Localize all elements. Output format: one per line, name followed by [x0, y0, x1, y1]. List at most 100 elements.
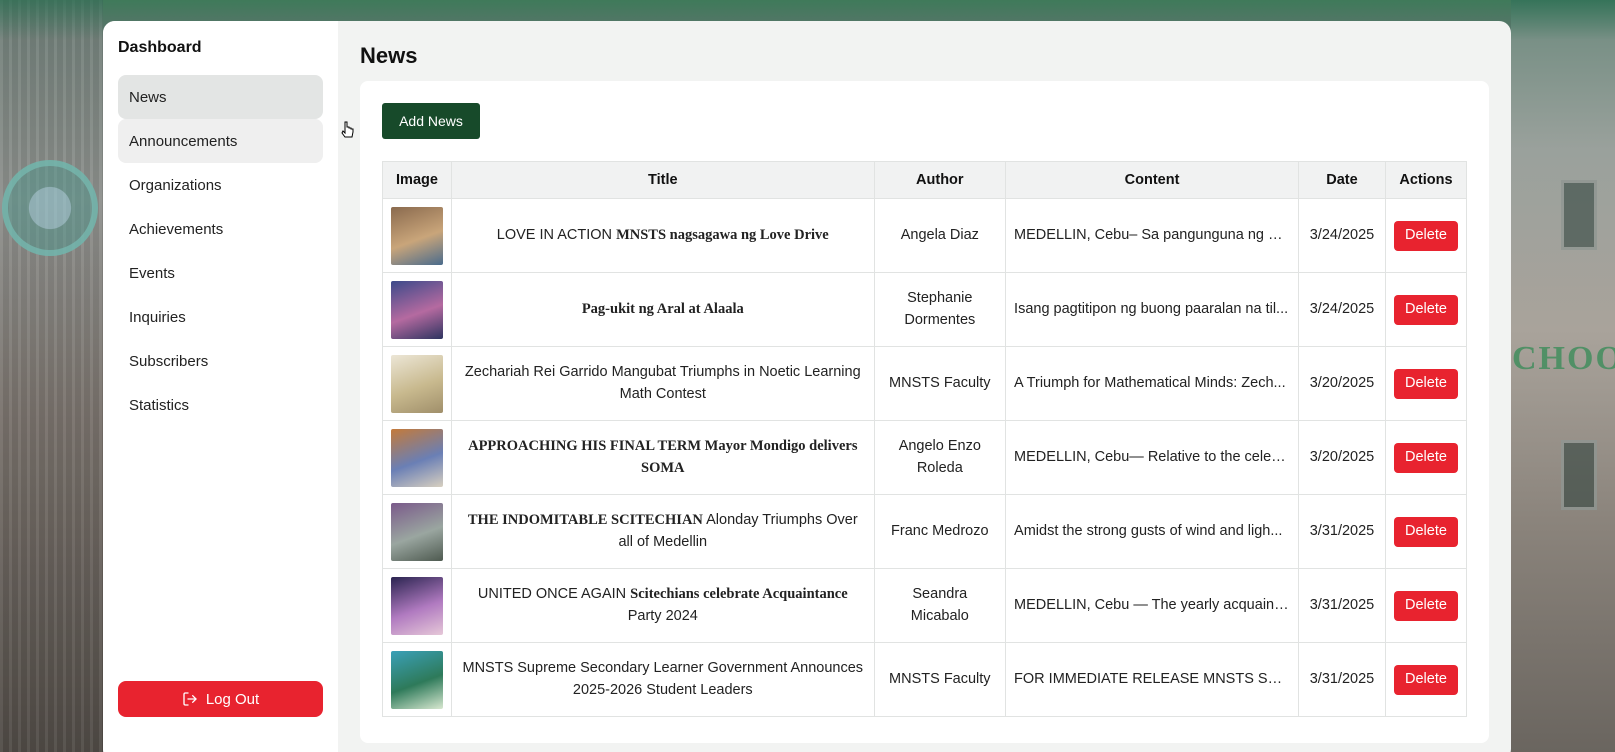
cell-image — [382, 494, 452, 569]
news-thumbnail — [391, 354, 443, 413]
cell-date: 3/20/2025 — [1298, 346, 1386, 421]
sidebar-item-announcements[interactable]: Announcements — [118, 119, 323, 163]
title-text: LOVE IN ACTION — [496, 226, 613, 243]
logout-label: Log Out — [205, 690, 260, 708]
sidebar-item-label: Events — [129, 264, 175, 282]
app-window: Dashboard News Announcements Organizatio… — [103, 21, 1511, 752]
column-header-actions: Actions — [1384, 161, 1468, 199]
news-thumbnail — [391, 650, 443, 709]
background-school-text: CHOOL — [1512, 340, 1615, 377]
add-news-button[interactable]: Add News — [382, 103, 480, 139]
cell-content: A Triumph for Mathematical Minds: Zech..… — [1005, 346, 1300, 421]
sidebar-item-achievements[interactable]: Achievements — [118, 207, 323, 251]
cell-actions: Delete — [1384, 642, 1468, 717]
title-text: UNITED ONCE AGAIN — [477, 586, 627, 603]
title-text: MNSTS Supreme Secondary Learner Governme… — [462, 660, 864, 698]
column-header-image: Image — [382, 161, 452, 199]
sidebar-item-label: Announcements — [129, 132, 238, 150]
cell-author: MNSTS Faculty — [873, 642, 1007, 717]
column-header-content: Content — [1005, 161, 1300, 199]
delete-button[interactable]: Delete — [1393, 590, 1458, 621]
sidebar-item-organizations[interactable]: Organizations — [118, 163, 323, 207]
mouse-pointer-icon — [341, 121, 354, 138]
column-header-title: Title — [451, 161, 875, 199]
cell-title: UNITED ONCE AGAIN Scitechians celebrate … — [451, 568, 875, 643]
table-row: UNITED ONCE AGAIN Scitechians celebrate … — [382, 568, 1468, 643]
cell-actions: Delete — [1384, 568, 1468, 643]
cell-date: 3/31/2025 — [1298, 642, 1386, 717]
logout-button[interactable]: Log Out — [118, 681, 323, 717]
cell-date: 3/31/2025 — [1298, 494, 1386, 569]
title-serif-text: Pag-ukit ng Aral at Alaala — [581, 300, 744, 317]
sidebar-item-label: Subscribers — [129, 352, 209, 370]
cell-author: Seandra Micabalo — [873, 568, 1007, 643]
title-serif-text: APPROACHING HIS FINAL TERM Mayor Mondigo… — [468, 438, 858, 476]
sidebar-item-subscribers[interactable]: Subscribers — [118, 339, 323, 383]
cell-actions: Delete — [1384, 346, 1468, 421]
cell-image — [382, 272, 452, 347]
table-row: MNSTS Supreme Secondary Learner Governme… — [382, 642, 1468, 717]
cell-image — [382, 198, 452, 273]
title-text-after: Party 2024 — [627, 607, 698, 624]
cell-image — [382, 642, 452, 717]
cell-actions: Delete — [1384, 198, 1468, 273]
cell-title: MNSTS Supreme Secondary Learner Governme… — [451, 642, 875, 717]
news-thumbnail — [391, 576, 443, 635]
news-card: Add News Image Title Author Content Date… — [360, 81, 1489, 743]
cell-title: Zechariah Rei Garrido Mangubat Triumphs … — [451, 346, 875, 421]
main-content: News Add News Image Title Author Content… — [338, 21, 1511, 752]
sidebar-nav: News Announcements Organizations Achieve… — [118, 75, 323, 427]
cell-date: 3/20/2025 — [1298, 420, 1386, 495]
cell-author: MNSTS Faculty — [873, 346, 1007, 421]
delete-button[interactable]: Delete — [1393, 220, 1458, 251]
news-thumbnail — [391, 428, 443, 487]
cell-image — [382, 568, 452, 643]
sidebar-item-statistics[interactable]: Statistics — [118, 383, 323, 427]
sidebar-item-news[interactable]: News — [118, 75, 323, 119]
cell-actions: Delete — [1384, 272, 1468, 347]
sidebar-item-label: Statistics — [129, 396, 190, 414]
table-row: LOVE IN ACTION MNSTS nagsagawa ng Love D… — [382, 198, 1468, 273]
cell-author: Franc Medrozo — [873, 494, 1007, 569]
cell-title: APPROACHING HIS FINAL TERM Mayor Mondigo… — [451, 420, 875, 495]
cell-author: Angela Diaz — [873, 198, 1007, 273]
cell-content: FOR IMMEDIATE RELEASE MNSTS Supr... — [1005, 642, 1300, 717]
news-thumbnail — [391, 502, 443, 561]
table-header-row: Image Title Author Content Date Actions — [382, 161, 1468, 199]
delete-button[interactable]: Delete — [1393, 516, 1458, 547]
news-table: Image Title Author Content Date Actions … — [382, 161, 1468, 717]
cell-date: 3/31/2025 — [1298, 568, 1386, 643]
cell-image — [382, 346, 452, 421]
cell-author: Angelo Enzo Roleda — [873, 420, 1007, 495]
background-left — [0, 0, 103, 752]
cell-author: Stephanie Dormentes — [873, 272, 1007, 347]
delete-button[interactable]: Delete — [1393, 664, 1458, 695]
cell-content: MEDELLIN, Cebu — The yearly acquaint... — [1005, 568, 1300, 643]
background-seal — [2, 160, 98, 256]
sidebar-item-events[interactable]: Events — [118, 251, 323, 295]
delete-button[interactable]: Delete — [1393, 294, 1458, 325]
cell-content: Isang pagtitipon ng buong paaralan na ti… — [1005, 272, 1300, 347]
news-thumbnail — [391, 206, 443, 265]
title-serif-text: MNSTS nagsagawa ng Love Drive — [616, 226, 829, 243]
title-serif-text: THE INDOMITABLE SCITECHIAN — [467, 512, 703, 529]
sidebar-item-label: Inquiries — [129, 308, 186, 326]
title-text: Zechariah Rei Garrido Mangubat Triumphs … — [464, 364, 861, 402]
sidebar-item-label: Organizations — [129, 176, 222, 194]
sidebar-item-label: News — [129, 88, 167, 106]
table-row: THE INDOMITABLE SCITECHIAN Alonday Trium… — [382, 494, 1468, 569]
sidebar-item-inquiries[interactable]: Inquiries — [118, 295, 323, 339]
delete-button[interactable]: Delete — [1393, 368, 1458, 399]
logout-icon — [183, 692, 197, 706]
sidebar-title: Dashboard — [118, 39, 202, 56]
cell-date: 3/24/2025 — [1298, 198, 1386, 273]
cell-content: MEDELLIN, Cebu— Relative to the celeb... — [1005, 420, 1300, 495]
sidebar-item-label: Achievements — [129, 220, 224, 238]
cell-content: Amidst the strong gusts of wind and ligh… — [1005, 494, 1300, 569]
column-header-author: Author — [873, 161, 1007, 199]
news-thumbnail — [391, 280, 443, 339]
page-title: News — [360, 43, 418, 68]
cell-actions: Delete — [1384, 420, 1468, 495]
cell-image — [382, 420, 452, 495]
delete-button[interactable]: Delete — [1393, 442, 1458, 473]
